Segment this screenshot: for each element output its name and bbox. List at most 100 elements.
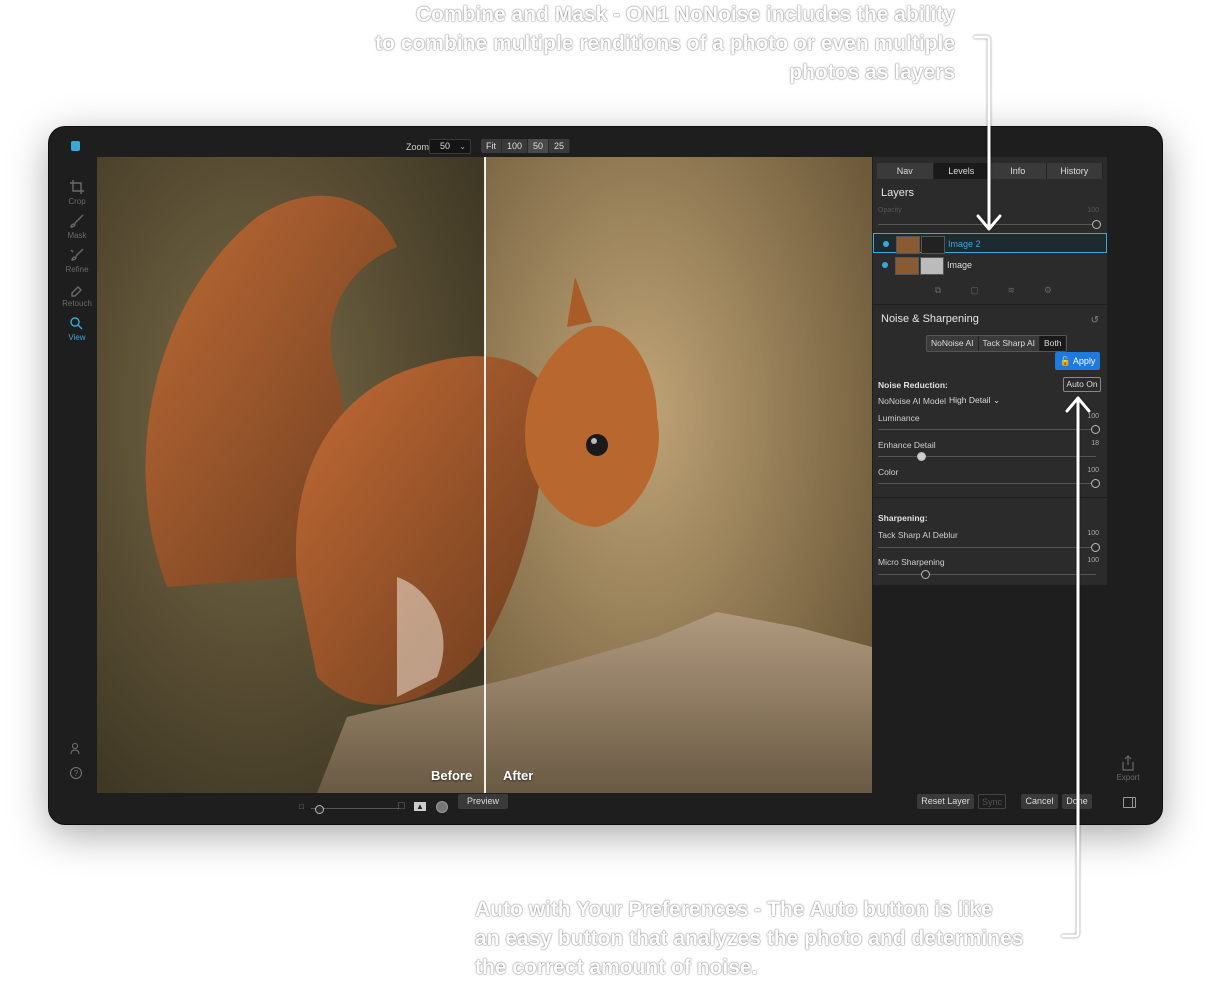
layer-row-image-2[interactable]: Image 2 (873, 233, 1107, 254)
preview-button[interactable]: Preview (458, 794, 508, 809)
photo-canvas[interactable]: Before After (97, 157, 872, 793)
layer-row-image[interactable]: Image (873, 255, 1107, 275)
callout-bottom-line-2: an easy button that analyzes the photo a… (475, 927, 1024, 950)
layer-visibility-icon[interactable] (882, 262, 888, 268)
zoom-100-button[interactable]: 100 (502, 139, 529, 153)
enhance-detail-slider-knob[interactable] (917, 452, 926, 461)
left-tool-rail: Crop Mask Refine Retouch View ? (49, 157, 99, 817)
tack-sharp-value: 100 (1087, 530, 1099, 537)
callout-bottom-line-3: the correct amount of noise. (475, 956, 758, 979)
tack-sharp-slider-track[interactable] (878, 547, 1096, 548)
sync-button[interactable]: Sync (978, 794, 1006, 809)
zoom-preset-buttons: Fit 100 50 25 (481, 139, 571, 153)
zoom-50-button[interactable]: 50 (528, 139, 550, 153)
opacity-slider-knob[interactable] (1092, 220, 1101, 229)
layers-title: Layers (881, 187, 915, 199)
tool-refine-label: Refine (65, 265, 89, 274)
callout-combine-mask: Combine and Mask - ON1 NoNoise includes … (330, 0, 955, 87)
crop-icon (70, 180, 84, 194)
zoom-fit-button[interactable]: Fit (481, 139, 502, 153)
chevron-down-icon: ⌄ (992, 395, 1001, 405)
tool-crop-label: Crop (68, 197, 86, 206)
export-label: Export (1116, 773, 1140, 782)
luminance-slider-knob[interactable] (1091, 425, 1100, 434)
reset-icon[interactable]: ↺ (1091, 315, 1099, 326)
view-hand-icon (70, 317, 83, 330)
callout-bottom-line-1: Auto with Your Preferences - The Auto bu… (475, 898, 993, 921)
tack-sharp-slider-knob[interactable] (1091, 543, 1100, 552)
layer-name: Image 2 (948, 239, 981, 249)
luminance-label: Luminance (878, 413, 920, 423)
model-select[interactable]: High Detail ⌄ (949, 395, 1000, 406)
micro-sharpening-value: 100 (1087, 557, 1099, 564)
right-panel: Nav Levels Info History Layers Opacity 1… (873, 157, 1107, 585)
refine-brush-icon (70, 248, 84, 261)
layer-name: Image (947, 260, 973, 270)
tool-retouch-label: Retouch (62, 299, 92, 308)
layer-settings-icon[interactable]: ⚙ (1043, 285, 1053, 295)
layers-stack-icon[interactable]: ≋ (1006, 285, 1016, 295)
callout-top-line-2: to combine multiple renditions of a phot… (375, 32, 955, 55)
luminance-slider-track[interactable] (878, 429, 1096, 430)
mask-view-icon[interactable] (436, 801, 448, 813)
section-divider (873, 497, 1107, 498)
svg-text:?: ? (74, 769, 79, 778)
tab-history[interactable]: History (1047, 163, 1103, 179)
mode-segment: NoNoise AI Tack Sharp AI Both (926, 335, 1068, 352)
tack-sharp-label: Tack Sharp AI Deblur (878, 530, 958, 540)
micro-sharpening-slider-knob[interactable] (921, 570, 930, 579)
panel-tabs: Nav Levels Info History (877, 163, 1103, 179)
opacity-value: 100 (1087, 207, 1099, 214)
zoom-slider-knob[interactable] (315, 805, 324, 814)
app-window: Zoom 50 ⌄ Fit 100 50 25 Crop Mask Refine… (49, 127, 1162, 824)
enhance-detail-value: 18 (1091, 440, 1099, 447)
mode-both[interactable]: Both (1039, 336, 1067, 351)
apply-button[interactable]: 🔓 Apply (1055, 352, 1100, 370)
tool-mask-label: Mask (67, 231, 87, 240)
opacity-slider-track[interactable] (878, 224, 1096, 225)
brush-icon (70, 214, 84, 228)
user-settings-icon[interactable] (69, 742, 83, 756)
noise-reduction-label: Noise Reduction: (878, 380, 948, 390)
zoom-select[interactable]: 50 ⌄ (429, 139, 471, 154)
mode-nonoise-ai[interactable]: NoNoise AI (927, 336, 979, 351)
cancel-button[interactable]: Cancel (1021, 794, 1058, 809)
enhance-detail-slider-track[interactable] (878, 456, 1096, 457)
auto-on-button[interactable]: Auto On (1063, 377, 1101, 392)
layer-thumbnail (896, 236, 920, 254)
retouch-icon (71, 286, 82, 297)
mode-tack-sharp-ai[interactable]: Tack Sharp AI (978, 336, 1040, 351)
copy-layer-icon[interactable]: ⧉ (933, 285, 943, 295)
reset-layer-button[interactable]: Reset Layer (917, 794, 974, 809)
tab-nav[interactable]: Nav (877, 163, 934, 179)
tab-levels[interactable]: Levels (933, 163, 990, 179)
section-divider (873, 304, 1107, 305)
export-button[interactable]: Export (1113, 755, 1143, 782)
layer-mask-thumbnail (921, 236, 945, 254)
panel-toggle-icon[interactable] (1123, 797, 1136, 808)
color-slider-knob[interactable] (1091, 479, 1100, 488)
noise-sharpening-title: Noise & Sharpening (881, 313, 979, 325)
color-slider-track[interactable] (878, 483, 1096, 484)
before-label: Before (431, 768, 473, 783)
zoom-out-icon[interactable]: □ (299, 802, 304, 811)
compare-mode-icon[interactable]: ▲ (414, 802, 426, 811)
opacity-label: Opacity (878, 207, 902, 214)
done-button[interactable]: Done (1062, 794, 1092, 809)
help-icon[interactable]: ? (69, 766, 83, 780)
model-select-value: High Detail (949, 395, 991, 405)
tab-info[interactable]: Info (990, 163, 1047, 179)
layer-visibility-icon[interactable] (883, 241, 889, 247)
micro-sharpening-slider-track[interactable] (878, 574, 1096, 575)
zoom-slider-track[interactable] (311, 808, 399, 809)
callout-auto-preferences: Auto with Your Preferences - The Auto bu… (475, 895, 1075, 982)
sharpening-label: Sharpening: (878, 513, 928, 523)
model-label: NoNoise AI Model (878, 396, 947, 406)
callout-top-line-3: photos as layers (789, 61, 955, 84)
new-layer-icon[interactable]: ▢ (970, 285, 980, 295)
zoom-in-icon[interactable]: □ (398, 800, 405, 812)
zoom-25-button[interactable]: 25 (549, 139, 571, 153)
tool-view-label: View (68, 333, 86, 342)
before-after-split-handle[interactable] (484, 157, 486, 793)
export-icon (1122, 755, 1134, 771)
